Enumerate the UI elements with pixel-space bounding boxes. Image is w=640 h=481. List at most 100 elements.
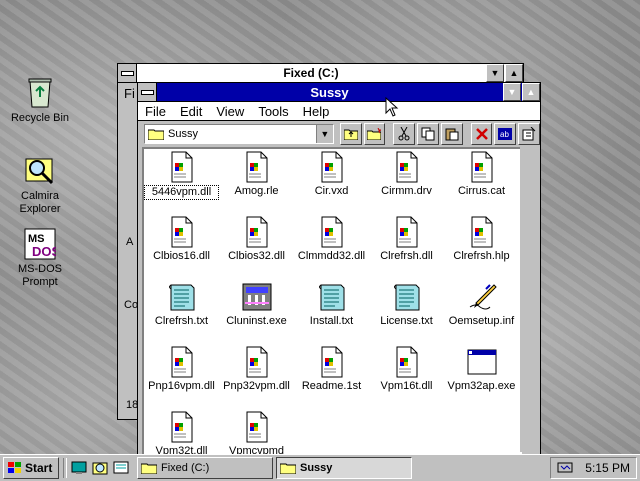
folder-icon (148, 129, 164, 140)
back-side-letter-co: Co (124, 299, 139, 311)
delete-button[interactable] (470, 123, 493, 145)
file-item[interactable]: Vpm32t.dll (144, 411, 219, 454)
file-item[interactable]: Cir.vxd (294, 151, 369, 198)
file-name: Cirrus.cat (457, 185, 506, 197)
delete-x-icon (475, 128, 488, 140)
file-item[interactable]: Pnp16vpm.dll (144, 346, 219, 393)
browser-quicklaunch-icon[interactable] (113, 460, 131, 476)
dll-file-icon (391, 151, 423, 183)
file-item[interactable]: Cirrus.cat (444, 151, 519, 198)
file-item[interactable]: 5446vpm.dll (144, 151, 219, 200)
maximize-button[interactable]: ▲ (505, 64, 523, 82)
task-sussy[interactable]: Sussy (276, 457, 412, 479)
dll-file-icon (466, 151, 498, 183)
explorer-quicklaunch-icon[interactable] (92, 460, 110, 476)
sussy-titlebar[interactable]: Sussy ▼ ▲ (138, 83, 540, 102)
file-list-pane[interactable]: 5446vpm.dll Amog.rle Cir.vxd Cirmm.drv Cirru… (142, 147, 522, 456)
txt-file-icon (166, 281, 198, 313)
clock[interactable]: 5:15 PM (585, 461, 630, 475)
txt-file-icon (316, 281, 348, 313)
sussy-window[interactable]: Sussy ▼ ▲ File Edit View Tools Help Suss… (137, 82, 541, 456)
ms-dos-icon: MS DOS (24, 228, 61, 260)
dll-file-icon (391, 216, 423, 248)
file-name: License.txt (380, 315, 433, 327)
system-menu-icon[interactable] (138, 83, 157, 101)
file-item[interactable]: Cluninst.exe (219, 281, 294, 328)
file-item[interactable]: Clrefrsh.txt (144, 281, 219, 328)
rename-button[interactable]: ab (494, 123, 517, 145)
file-name: Clrefrsh.hlp (453, 250, 510, 262)
new-folder-button[interactable] (363, 123, 386, 145)
file-item[interactable]: Cirmm.drv (369, 151, 444, 198)
copy-button[interactable] (417, 123, 439, 145)
file-name: Vpm32ap.exe (447, 380, 516, 392)
properties-icon (522, 127, 536, 141)
file-name: Cluninst.exe (226, 315, 287, 327)
minimize-button[interactable]: ▼ (503, 83, 521, 101)
menu-edit[interactable]: Edit (173, 104, 209, 119)
file-item[interactable]: Readme.1st (294, 346, 369, 393)
start-button[interactable]: Start (3, 457, 59, 479)
file-name: Clmmdd32.dll (297, 250, 366, 262)
minimize-button[interactable]: ▼ (486, 64, 504, 82)
dll-file-icon (166, 411, 198, 443)
dll-file-icon (241, 411, 273, 443)
file-name: Cir.vxd (314, 185, 349, 197)
copy-icon (421, 127, 435, 141)
exe-window-file-icon (466, 346, 498, 378)
file-item[interactable]: Amog.rle (219, 151, 294, 198)
task-sussy-label: Sussy (300, 462, 333, 474)
sussy-title: Sussy (310, 84, 349, 100)
address-combo[interactable]: Sussy ▼ (144, 124, 334, 144)
properties-button[interactable] (518, 123, 540, 145)
up-folder-icon (343, 129, 358, 140)
dll-file-icon (316, 216, 348, 248)
file-item[interactable]: Install.txt (294, 281, 369, 328)
file-name: Cirmm.drv (381, 185, 432, 197)
back-side-letter-a: A (126, 236, 134, 248)
dll-file-icon (391, 346, 423, 378)
file-item[interactable]: Clbios32.dll (219, 216, 294, 263)
file-item[interactable]: License.txt (369, 281, 444, 328)
menu-help[interactable]: Help (296, 104, 337, 119)
file-item[interactable]: Vpmcvpmd (219, 411, 294, 454)
file-name: Oemsetup.inf (448, 315, 515, 327)
inf-file-icon (466, 281, 498, 313)
dll-file-icon (241, 216, 273, 248)
file-item[interactable]: Clbios16.dll (144, 216, 219, 263)
folder-icon (141, 463, 157, 474)
quicklaunch-divider (63, 458, 67, 478)
taskbar: Start Fixed (C:) Sussy 5:15 PM (0, 454, 640, 481)
file-item[interactable]: Pnp32vpm.dll (219, 346, 294, 393)
system-menu-icon[interactable] (118, 64, 137, 82)
dll-file-icon (166, 216, 198, 248)
menu-view[interactable]: View (209, 104, 251, 119)
file-item[interactable]: Clrefrsh.dll (369, 216, 444, 263)
scissors-icon (398, 127, 410, 141)
menu-tools[interactable]: Tools (251, 104, 295, 119)
file-item[interactable]: Oemsetup.inf (444, 281, 519, 328)
menu-file[interactable]: File (138, 104, 173, 119)
fixed-c-titlebar[interactable]: Fixed (C:) ▼ ▲ (118, 64, 523, 83)
recycle-bin-desktop-icon[interactable]: Recycle Bin (5, 75, 75, 125)
paste-icon (445, 128, 459, 141)
file-item[interactable]: Vpm16t.dll (369, 346, 444, 393)
recycle-bin-icon (28, 78, 52, 108)
up-folder-button[interactable] (339, 123, 362, 145)
file-name: Vpm16t.dll (380, 380, 433, 392)
paste-button[interactable] (440, 123, 463, 145)
cut-button[interactable] (393, 123, 416, 145)
chevron-down-icon[interactable]: ▼ (315, 125, 333, 143)
tray-network-icon[interactable] (557, 460, 575, 476)
back-menu-file[interactable]: Fi (124, 86, 135, 101)
ms-dos-desktop-icon[interactable]: MS DOS MS-DOS Prompt (5, 228, 75, 289)
vertical-scrollbar[interactable] (520, 147, 536, 452)
file-item[interactable]: Clmmdd32.dll (294, 216, 369, 263)
calmira-explorer-desktop-icon[interactable]: Calmira Explorer (5, 155, 75, 216)
windows-logo-icon (8, 462, 21, 473)
maximize-button[interactable]: ▲ (522, 83, 540, 101)
task-fixed-c[interactable]: Fixed (C:) (137, 457, 273, 479)
file-item[interactable]: Clrefrsh.hlp (444, 216, 519, 263)
desktop-quicklaunch-icon[interactable] (71, 460, 89, 476)
file-item[interactable]: Vpm32ap.exe (444, 346, 519, 393)
